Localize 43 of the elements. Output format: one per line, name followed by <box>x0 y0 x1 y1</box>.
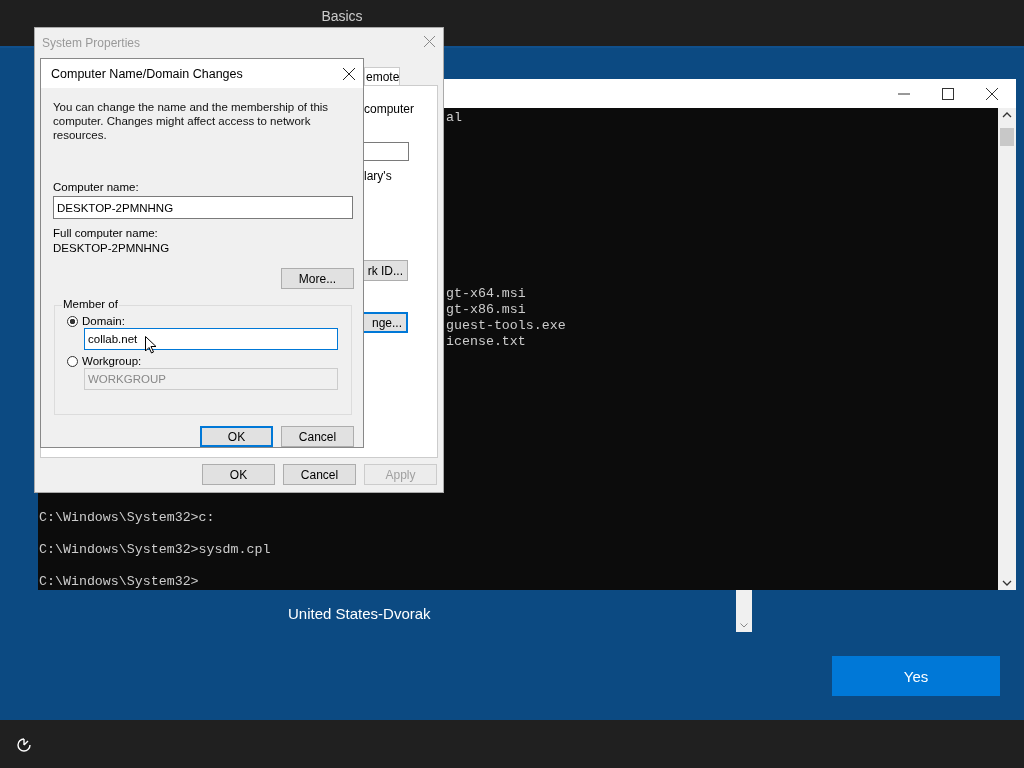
description-text: lary's <box>364 169 392 183</box>
dialog-button[interactable]: OK <box>202 464 275 485</box>
group-label: Member of <box>62 298 119 310</box>
chevron-up-icon[interactable] <box>1002 112 1012 118</box>
dialog-button[interactable]: Cancel <box>283 464 356 485</box>
computer-name-field[interactable]: DESKTOP-2PMNHNG <box>53 196 353 219</box>
chevron-down-icon[interactable] <box>1002 580 1012 586</box>
description-text: computer <box>364 102 415 116</box>
page-heading: Basics <box>321 8 363 26</box>
more-button[interactable]: More... <box>281 268 354 289</box>
console-line: gt-x64.msi <box>446 286 527 302</box>
input-field[interactable]: collab.net <box>84 328 338 350</box>
window-title: System Properties <box>42 36 141 50</box>
console-line: icense.txt <box>446 334 527 350</box>
console-line: gt-x86.msi <box>446 302 527 318</box>
radio-option[interactable]: Workgroup: <box>67 355 142 367</box>
field-label: Computer name: <box>53 181 140 193</box>
dialog-button[interactable]: Cancel <box>281 426 354 447</box>
console-line: C:\Windows\System32>c: <box>39 510 216 526</box>
intro-text: You can change the name and the membership of this computer. Changes might affect access to network resources. <box>53 100 330 142</box>
chevron-down-icon <box>740 623 748 628</box>
scrollbar-thumb[interactable] <box>1000 128 1014 146</box>
dialog-title: Computer Name/Domain Changes <box>51 66 243 81</box>
maximize-icon[interactable] <box>942 87 954 100</box>
radio-button[interactable] <box>67 315 78 327</box>
console-line: C:\Windows\System32>sysdm.cpl <box>39 542 271 558</box>
dialog-button[interactable]: OK <box>200 426 273 447</box>
console-line: C:\Windows\System32> <box>39 574 200 590</box>
radio-option[interactable]: Domain: <box>67 315 125 327</box>
keyboard-layout-label: United States-Dvorak <box>288 605 431 622</box>
input-field[interactable] <box>361 142 409 161</box>
accessibility-icon[interactable] <box>16 737 32 753</box>
close-icon[interactable] <box>343 67 355 80</box>
close-icon[interactable] <box>986 87 998 100</box>
scrollbar[interactable] <box>998 108 1016 590</box>
field-label: Full computer name: <box>53 227 159 239</box>
radio-button[interactable] <box>67 355 78 367</box>
list-scrollbar[interactable] <box>736 590 752 632</box>
console-line: guest-tools.exe <box>446 318 566 334</box>
console-line: al <box>446 110 462 126</box>
mouse-cursor-icon <box>145 336 157 354</box>
full-name-value: DESKTOP-2PMNHNG <box>53 242 171 254</box>
yes-button[interactable]: Yes <box>832 656 1000 696</box>
